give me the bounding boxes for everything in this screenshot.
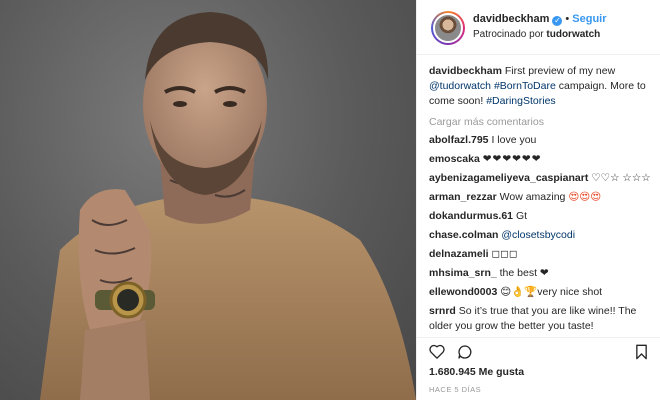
header-username[interactable]: davidbeckham: [473, 13, 549, 25]
comment-row: dokandurmus.61 Gt: [429, 209, 655, 224]
comment-icon[interactable]: [457, 344, 473, 360]
likes-count[interactable]: 1.680.945 Me gusta: [429, 366, 524, 378]
comment-row: arman_rezzar Wow amazing 😍😍😍: [429, 190, 655, 205]
sponsored-line: Patrocinado por tudorwatch: [473, 29, 600, 40]
comment-row: aybenizagameliyeva_caspianart ♡♡☆ ☆☆☆: [429, 171, 655, 186]
comment-text: Wow amazing: [499, 191, 566, 203]
comment-text: Gt: [515, 210, 528, 222]
comment-row: mhsima_srn_ the best ❤: [429, 266, 655, 281]
comments-section: davidbeckham First preview of my new @tu…: [429, 64, 655, 338]
comment-username[interactable]: dokandurmus.61: [429, 210, 513, 222]
heart-icon[interactable]: [429, 344, 445, 359]
caption-mention[interactable]: @tudorwatch: [429, 80, 491, 92]
caption-text-1: First preview of my new: [504, 65, 616, 77]
post-actions-bar: [417, 337, 660, 363]
post-header: davidbeckham ✓ • Seguir Patrocinado por tud…: [417, 0, 660, 55]
caption-hashtag-2[interactable]: #DaringStories: [486, 95, 555, 107]
verified-badge-icon: ✓: [552, 16, 563, 26]
post-photo[interactable]: [0, 0, 416, 400]
comment-text: ❤❤❤❤❤❤: [482, 153, 542, 165]
comment-text: So it’s true that you are like wine!! Th…: [429, 305, 637, 332]
comment-row: abolfazl.795 I love you: [429, 133, 655, 148]
avatar[interactable]: [431, 11, 465, 45]
follow-button[interactable]: Seguir: [572, 13, 606, 25]
post-photo-illustration: [40, 12, 416, 400]
comment-username[interactable]: abolfazl.795: [429, 134, 489, 146]
comment-text: the best ❤: [499, 267, 549, 279]
comment-text: I love you: [491, 134, 537, 146]
comment-emoji: 😍😍😍: [568, 191, 602, 203]
comment-username[interactable]: delnazameli: [429, 248, 489, 260]
comment-username[interactable]: emoscaka: [429, 153, 480, 165]
separator-dot: •: [565, 13, 570, 25]
sponsored-prefix: Patrocinado por: [473, 29, 544, 40]
comment-username[interactable]: arman_rezzar: [429, 191, 497, 203]
comment-text: ♡♡☆ ☆☆☆: [591, 172, 651, 184]
comment-row: delnazameli ◻◻◻: [429, 247, 655, 262]
comment-username[interactable]: srnrd: [429, 305, 456, 317]
comment-username[interactable]: mhsima_srn_: [429, 267, 497, 279]
comment-row: chase.colman @closetsbycodi: [429, 228, 655, 243]
caption-username[interactable]: davidbeckham: [429, 65, 502, 77]
post-timestamp: HACE 5 DÍAS: [429, 385, 482, 394]
comment-username[interactable]: ellewond0003: [429, 286, 497, 298]
comment-row: ellewond0003 😊👌🏆very nice shot: [429, 285, 655, 300]
comment-username[interactable]: aybenizagameliyeva_caspianart: [429, 172, 588, 184]
post-side-panel: davidbeckham ✓ • Seguir Patrocinado por tud…: [416, 0, 660, 400]
post-caption: davidbeckham First preview of my new @tu…: [429, 64, 655, 109]
comment-username[interactable]: chase.colman: [429, 229, 498, 241]
comment-row: emoscaka ❤❤❤❤❤❤: [429, 152, 655, 167]
comment-row: srnrd So it’s true that you are like win…: [429, 304, 655, 334]
comment-text: 😊👌🏆very nice shot: [500, 286, 603, 298]
load-more-comments-link[interactable]: Cargar más comentarios: [429, 115, 655, 130]
comment-text: ◻◻◻: [491, 248, 518, 260]
caption-hashtag-1[interactable]: #BornToDare: [494, 80, 556, 92]
bookmark-icon[interactable]: [635, 344, 648, 360]
comment-mention[interactable]: @closetsbycodi: [501, 229, 575, 241]
sponsor-link[interactable]: tudorwatch: [546, 29, 600, 40]
